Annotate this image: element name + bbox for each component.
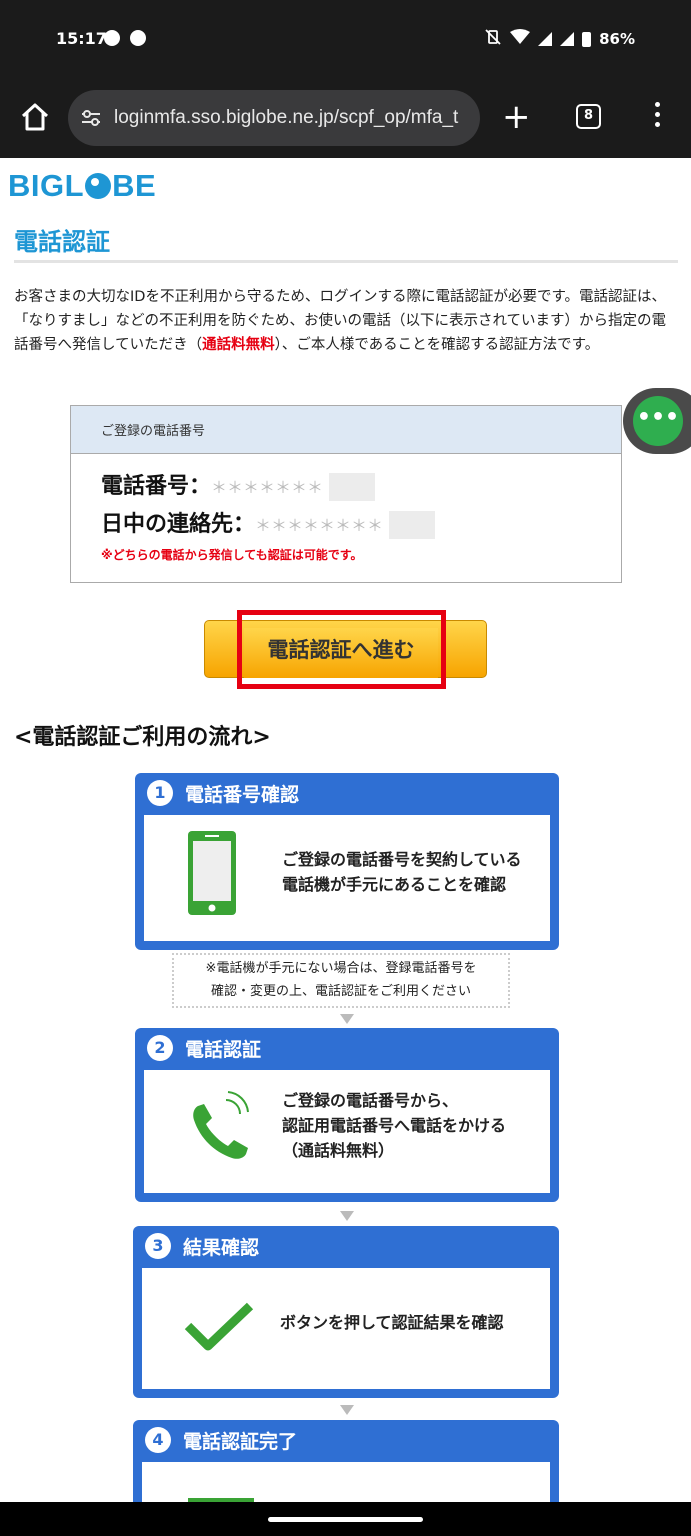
step-1: 1 電話番号確認 ご登録の電話番号を契約している 電話機が手元にあることを確認	[135, 773, 559, 950]
phone-call-icon	[193, 1091, 249, 1159]
address-bar[interactable]: loginmfa.sso.biglobe.ne.jp/scpf_op/mfa_t	[68, 90, 480, 146]
chat-notification-icon	[104, 30, 120, 46]
toll-free-text: 通話料無料	[202, 337, 275, 353]
daytime-contact-row: 日中の連絡先：＊＊＊＊＊＊＊＊	[101, 506, 436, 539]
globe-icon	[85, 173, 112, 199]
phone-note: ※どちらの電話から発信しても認証は可能です。	[101, 548, 363, 562]
flow-arrow	[340, 1211, 354, 1221]
redacted-block	[389, 511, 436, 539]
flow-arrow	[340, 1405, 354, 1415]
battery-percent: 86%	[599, 30, 635, 48]
daytime-contact-masked: ＊＊＊＊＊＊＊＊	[255, 516, 384, 535]
web-content: BIGL BE 電話認証 お客さまの大切なIDを不正利用から守るため、ログインする…	[0, 158, 691, 1502]
more-dots-icon: •••	[633, 396, 683, 446]
biglobe-logo[interactable]: BIGL BE	[8, 168, 156, 204]
flow-arrow	[340, 1014, 354, 1024]
step-number: 4	[145, 1427, 171, 1453]
step-title: 結果確認	[183, 1236, 260, 1259]
intro-text: お客さまの大切なIDを不正利用から守るため、ログインする際に電話認証が必要です。…	[14, 289, 667, 353]
home-gesture-handle[interactable]	[268, 1517, 423, 1522]
step-number: 1	[147, 780, 173, 806]
more-menu-icon[interactable]	[652, 102, 662, 132]
step-number: 2	[147, 1035, 173, 1061]
browser-toolbar: loginmfa.sso.biglobe.ne.jp/scpf_op/mfa_t…	[0, 78, 691, 158]
vibrate-off-icon	[484, 28, 502, 50]
step-title: 電話認証完了	[183, 1430, 298, 1453]
flow-title: <電話認証ご利用の流れ>	[14, 725, 271, 750]
step-3: 3 結果確認 ボタンを押して認証結果を確認	[133, 1226, 559, 1398]
phone-box-header: ご登録の電話番号	[71, 406, 621, 454]
url-text[interactable]: loginmfa.sso.biglobe.ne.jp/scpf_op/mfa_t	[114, 107, 458, 129]
system-status: 86%	[484, 28, 635, 50]
signal-icon	[538, 32, 553, 46]
signal-icon-2	[560, 32, 575, 46]
notification-icons	[104, 30, 146, 46]
step-number: 3	[145, 1233, 171, 1259]
line-notification-icon	[130, 30, 146, 46]
step-4: 4 電話認証完了	[133, 1420, 559, 1502]
checkmark-icon	[184, 1302, 254, 1351]
gesture-nav-bar	[0, 1502, 691, 1536]
no-phone-note: ※電話機が手元にない場合は、登録電話番号を 確認・変更の上、電話認証をご利用くだ…	[172, 953, 510, 1008]
battery-icon	[582, 31, 592, 47]
chat-support-button[interactable]: •••	[623, 388, 691, 454]
wifi-icon	[510, 29, 531, 49]
site-settings-icon[interactable]	[80, 107, 102, 129]
proceed-phone-auth-button[interactable]: 電話認証へ進む	[244, 628, 438, 678]
status-time: 15:17	[56, 29, 107, 48]
tab-switcher-button[interactable]: 8	[576, 104, 601, 129]
redacted-block	[329, 473, 376, 501]
registered-phone-box: ご登録の電話番号 電話番号：＊＊＊＊＊＊＊ 日中の連絡先：＊＊＊＊＊＊＊＊ ※ど…	[70, 405, 622, 583]
phone-number-masked: ＊＊＊＊＊＊＊	[211, 478, 324, 497]
smartphone-icon	[188, 831, 236, 915]
status-bar: 15:17 86%	[0, 0, 691, 78]
step-title: 電話認証	[185, 1038, 262, 1061]
new-tab-button[interactable]: +	[502, 100, 531, 134]
phone-number-row: 電話番号：＊＊＊＊＊＊＊	[101, 468, 376, 501]
step-2: 2 電話認証 ご登録の電話番号から、 認証用電話番号へ電話をかける （通話料無料…	[135, 1028, 559, 1202]
page-title: 電話認証	[14, 228, 110, 256]
home-button[interactable]	[18, 100, 52, 134]
step-title: 電話番号確認	[185, 783, 300, 806]
home-icon	[21, 103, 49, 131]
title-divider	[14, 260, 678, 263]
